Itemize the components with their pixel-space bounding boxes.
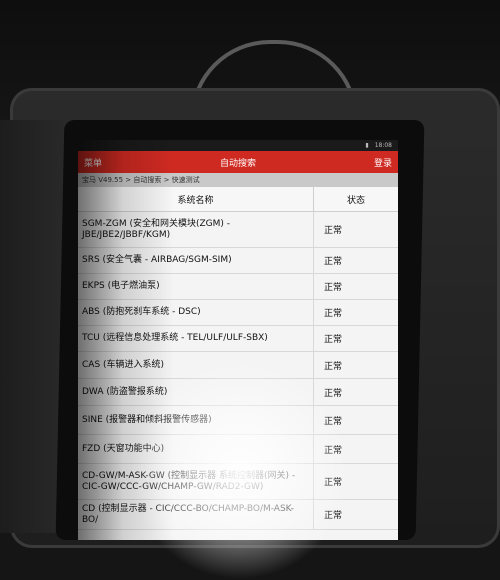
status-time: 18:08 bbox=[374, 142, 392, 149]
table-header-row: 系统名称 状态 bbox=[78, 187, 398, 212]
system-status: 正常 bbox=[313, 378, 398, 406]
system-status: 正常 bbox=[313, 325, 398, 352]
system-name: SGM-ZGM (安全和网关模块(ZGM) - JBE/JBE2/JBBF/KG… bbox=[78, 211, 314, 248]
table-row[interactable]: SRS (安全气囊 - AIRBAG/SGM-SIM) 正常 bbox=[78, 247, 398, 274]
system-name: DWA (防盗警报系统) bbox=[78, 378, 314, 406]
login-button[interactable]: 登录 bbox=[374, 156, 392, 169]
system-status: 正常 bbox=[313, 499, 398, 530]
system-name: CD (控制显示器 - CIC/CCC-BO/CHAMP-BO/M-ASK-BO… bbox=[78, 499, 314, 530]
system-name: ABS (防抱死刹车系统 - DSC) bbox=[78, 299, 314, 326]
breadcrumb: 宝马 V49.55 > 自动搜索 > 快速测试 bbox=[78, 173, 398, 187]
table-row[interactable]: CD (控制显示器 - CIC/CCC-BO/CHAMP-BO/M-ASK-BO… bbox=[78, 499, 398, 530]
table-row[interactable]: SGM-ZGM (安全和网关模块(ZGM) - JBE/JBE2/JBBF/KG… bbox=[78, 211, 398, 248]
system-name: SINE (报警器和倾斜报警传感器) bbox=[78, 405, 314, 435]
system-status: 正常 bbox=[313, 463, 398, 500]
status-bar: ▮ 18:08 bbox=[78, 140, 398, 151]
table-row[interactable]: CD-GW/M-ASK-GW (控制显示器 系统控制器(网关) - CIC-GW… bbox=[78, 463, 398, 500]
system-status: 正常 bbox=[313, 247, 398, 274]
table-row[interactable]: CAS (车辆进入系统) 正常 bbox=[78, 351, 398, 379]
system-status: 正常 bbox=[313, 273, 398, 300]
app-header: 菜单 自动搜索 登录 bbox=[78, 151, 398, 173]
system-status: 正常 bbox=[313, 434, 398, 464]
column-header-status: 状态 bbox=[313, 187, 398, 212]
table-row[interactable]: FZD (天窗功能中心) 正常 bbox=[78, 434, 398, 464]
system-name: EKPS (电子燃油泵) bbox=[78, 273, 314, 300]
battery-icon: ▮ bbox=[365, 142, 369, 149]
system-table: 系统名称 状态 SGM-ZGM (安全和网关模块(ZGM) - JBE/JBE2… bbox=[78, 187, 398, 530]
system-name: CD-GW/M-ASK-GW (控制显示器 系统控制器(网关) - CIC-GW… bbox=[78, 463, 314, 500]
menu-button[interactable]: 菜单 bbox=[84, 156, 102, 169]
system-status: 正常 bbox=[313, 211, 398, 248]
system-name: CAS (车辆进入系统) bbox=[78, 351, 314, 379]
table-row[interactable]: DWA (防盗警报系统) 正常 bbox=[78, 378, 398, 406]
system-name: SRS (安全气囊 - AIRBAG/SGM-SIM) bbox=[78, 247, 314, 274]
system-name: TCU (远程信息处理系统 - TEL/ULF/ULF-SBX) bbox=[78, 325, 314, 352]
system-status: 正常 bbox=[313, 299, 398, 326]
column-header-name: 系统名称 bbox=[78, 187, 314, 212]
system-name: FZD (天窗功能中心) bbox=[78, 434, 314, 464]
page-title: 自动搜索 bbox=[219, 158, 256, 169]
table-row[interactable]: EKPS (电子燃油泵) 正常 bbox=[78, 273, 398, 300]
table-row[interactable]: SINE (报警器和倾斜报警传感器) 正常 bbox=[78, 405, 398, 435]
system-status: 正常 bbox=[313, 405, 398, 435]
table-row[interactable]: TCU (远程信息处理系统 - TEL/ULF/ULF-SBX) 正常 bbox=[78, 325, 398, 352]
device-screen: ▮ 18:08 菜单 自动搜索 登录 宝马 V49.55 > 自动搜索 > 快速… bbox=[78, 140, 398, 540]
table-row[interactable]: ABS (防抱死刹车系统 - DSC) 正常 bbox=[78, 299, 398, 326]
system-status: 正常 bbox=[313, 351, 398, 379]
